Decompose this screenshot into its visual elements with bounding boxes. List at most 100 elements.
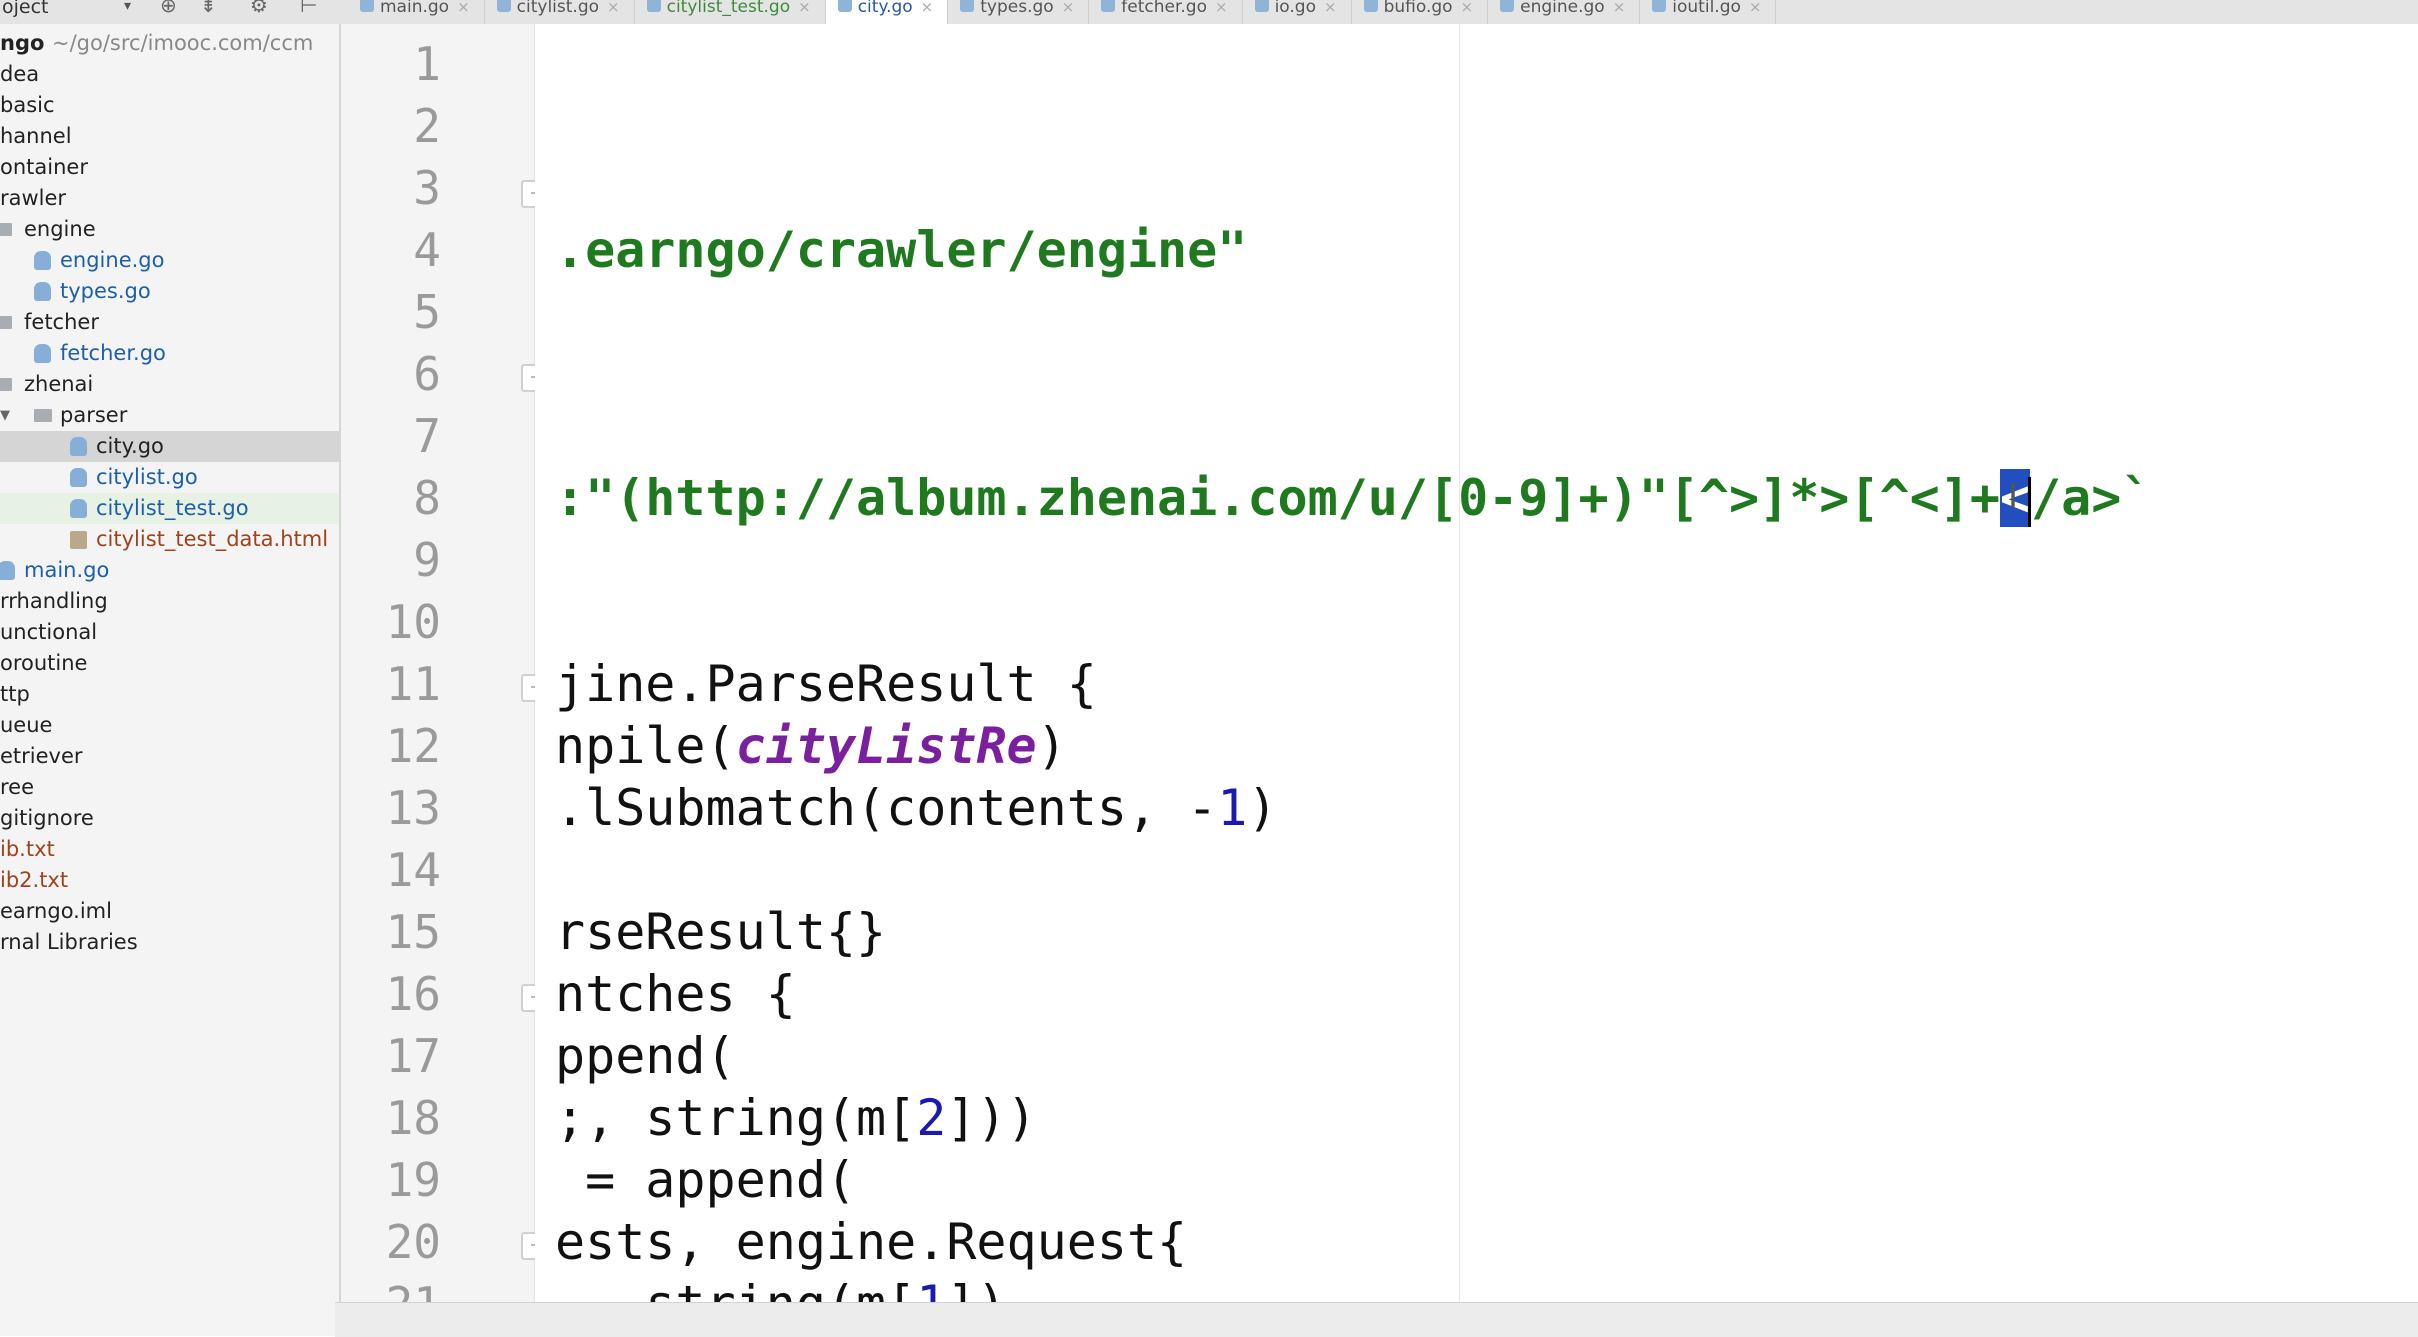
line-number: 12 bbox=[385, 719, 441, 773]
close-icon[interactable]: × bbox=[1749, 0, 1762, 16]
expand-arrow-icon[interactable]: ▼ bbox=[0, 400, 10, 431]
project-view-header[interactable]: oject ▾ ⊕ ⇟ ⚙ ⊢ bbox=[0, 0, 338, 24]
tab-label: types.go bbox=[980, 0, 1054, 17]
tree-item-zhenai-folder[interactable]: zhenai bbox=[0, 369, 339, 400]
go-file-icon bbox=[360, 0, 374, 12]
tree-item-crawler[interactable]: rawler bbox=[0, 183, 339, 214]
tree-item-http[interactable]: ttp bbox=[0, 679, 339, 710]
code-token: string(m[ bbox=[555, 1275, 916, 1302]
tab-io-go[interactable]: io.go × bbox=[1243, 0, 1352, 24]
tree-item-label: rawler bbox=[0, 186, 67, 210]
close-icon[interactable]: × bbox=[1062, 0, 1075, 16]
tree-item-citylist-go[interactable]: citylist.go bbox=[0, 462, 339, 493]
line-number: 17 bbox=[385, 1029, 441, 1083]
tree-item-queue[interactable]: ueue bbox=[0, 710, 339, 741]
code-line-11: jine.ParseResult { bbox=[555, 655, 1097, 713]
go-test-file-icon bbox=[70, 499, 87, 518]
tab-citylist-go[interactable]: citylist.go × bbox=[485, 0, 635, 24]
tab-city-go[interactable]: city.go × bbox=[825, 0, 949, 24]
tab-ioutil-go[interactable]: ioutil.go × bbox=[1640, 0, 1777, 24]
folder-icon bbox=[0, 378, 12, 391]
tab-bufio-go[interactable]: bufio.go × bbox=[1352, 0, 1489, 24]
tab-label: citylist.go bbox=[516, 0, 600, 17]
tree-item-label: citylist.go bbox=[96, 465, 198, 489]
close-icon[interactable]: × bbox=[1324, 0, 1337, 16]
hide-icon[interactable]: ⊢ bbox=[300, 0, 317, 15]
tree-item-basic[interactable]: basic bbox=[0, 90, 339, 121]
tab-label: io.go bbox=[1274, 0, 1316, 17]
close-icon[interactable]: × bbox=[1613, 0, 1626, 16]
tab-main-go[interactable]: main.go × bbox=[348, 0, 485, 24]
code-line-18: ;, string(m[2])) bbox=[555, 1087, 1037, 1149]
tree-item-functional[interactable]: unctional bbox=[0, 617, 339, 648]
tree-item-label: earngo.iml bbox=[0, 899, 112, 923]
code-editor[interactable]: .earngo/crawler/engine" :"(http://album.… bbox=[535, 24, 2418, 1302]
tree-item-fetcher-folder[interactable]: fetcher bbox=[0, 307, 339, 338]
go-file-icon bbox=[960, 0, 975, 12]
line-number: 20 bbox=[385, 1215, 441, 1269]
tree-item-label: engine.go bbox=[60, 248, 165, 272]
tree-item-main-go[interactable]: main.go bbox=[0, 555, 339, 586]
target-icon[interactable]: ⊕ bbox=[160, 0, 177, 15]
close-icon[interactable]: × bbox=[457, 0, 470, 16]
tree-item-parser-folder[interactable]: ▼ parser bbox=[0, 400, 339, 431]
code-token: ;, string(m[ bbox=[555, 1089, 917, 1147]
tree-root[interactable]: ngo ~/go/src/imooc.com/ccm bbox=[0, 28, 339, 59]
close-icon[interactable]: × bbox=[607, 0, 620, 16]
line-number: 10 bbox=[385, 595, 441, 649]
tab-engine-go[interactable]: engine.go × bbox=[1488, 0, 1641, 24]
gear-icon[interactable]: ⚙ bbox=[250, 0, 268, 15]
tree-item-label: fetcher bbox=[24, 310, 99, 334]
tree-item-city-go[interactable]: city.go bbox=[0, 431, 339, 462]
tree-item-gitignore[interactable]: gitignore bbox=[0, 803, 339, 834]
tree-item-container[interactable]: ontainer bbox=[0, 152, 339, 183]
tab-fetcher-go[interactable]: fetcher.go × bbox=[1089, 0, 1243, 24]
line-number: 18 bbox=[385, 1091, 441, 1145]
tree-item-learngo-iml[interactable]: earngo.iml bbox=[0, 896, 339, 927]
close-icon[interactable]: × bbox=[798, 0, 811, 16]
code-line-8: :"(http://album.zhenai.com/u/[0-9]+)"[^>… bbox=[555, 467, 2151, 529]
dropdown-arrow-icon[interactable]: ▾ bbox=[124, 0, 131, 15]
code-token: ) bbox=[1247, 779, 1278, 837]
tree-item-channel[interactable]: hannel bbox=[0, 121, 339, 152]
tree-item-errhandling[interactable]: rrhandling bbox=[0, 586, 339, 617]
regex-string-tail: /a>` bbox=[2031, 469, 2152, 527]
tree-item-label: unctional bbox=[0, 620, 98, 644]
tree-item-label: rrhandling bbox=[0, 589, 108, 613]
collapse-icon[interactable]: ⇟ bbox=[200, 0, 217, 15]
line-number: 7 bbox=[413, 409, 441, 463]
project-view-label: oject bbox=[2, 0, 49, 18]
tree-item-citylist-test-data-html[interactable]: citylist_test_data.html bbox=[0, 524, 339, 555]
tree-item-fib2-txt[interactable]: ib2.txt bbox=[0, 865, 339, 896]
tree-item-engine-go[interactable]: engine.go bbox=[0, 245, 339, 276]
tree-item-label: basic bbox=[0, 93, 55, 117]
tree-item-types-go[interactable]: types.go bbox=[0, 276, 339, 307]
tree-item-label: hannel bbox=[0, 124, 72, 148]
tab-types-go[interactable]: types.go × bbox=[948, 0, 1090, 24]
code-line-19: = append( bbox=[555, 1151, 857, 1209]
tree-item-fetcher-go[interactable]: fetcher.go bbox=[0, 338, 339, 369]
tree-item-tree[interactable]: ree bbox=[0, 772, 339, 803]
tree-item-fib-txt[interactable]: ib.txt bbox=[0, 834, 339, 865]
close-icon[interactable]: × bbox=[921, 0, 934, 16]
tree-item-citylist-test-go[interactable]: citylist_test.go bbox=[0, 493, 339, 524]
tab-label: fetcher.go bbox=[1121, 0, 1207, 17]
tree-item-label: citylist_test_data.html bbox=[96, 527, 329, 551]
tab-citylist-test-go[interactable]: citylist_test.go × bbox=[635, 0, 826, 24]
code-line-16: ntches { bbox=[555, 965, 796, 1023]
line-number: 8 bbox=[413, 471, 441, 525]
close-icon[interactable]: × bbox=[1215, 0, 1228, 16]
editor-gutter: 1 2 3 4 5 6 7 8 9 10 11 12 13 14 15 16 1… bbox=[341, 24, 555, 1336]
tree-item-label: ib.txt bbox=[0, 837, 55, 861]
tree-item-idea[interactable]: dea bbox=[0, 59, 339, 90]
tree-item-goroutine[interactable]: oroutine bbox=[0, 648, 339, 679]
tree-item-retriever[interactable]: etriever bbox=[0, 741, 339, 772]
close-icon[interactable]: × bbox=[1461, 0, 1474, 16]
tree-item-engine-folder[interactable]: engine bbox=[0, 214, 339, 245]
line-number: 1 bbox=[413, 37, 441, 91]
identifier-token: cityListRe bbox=[735, 717, 1037, 775]
line-number: 2 bbox=[413, 99, 441, 153]
html-file-icon bbox=[70, 531, 87, 549]
tree-item-external-libraries[interactable]: rnal Libraries bbox=[0, 927, 339, 958]
code-token: .lSubmatch(contents, - bbox=[555, 779, 1218, 837]
